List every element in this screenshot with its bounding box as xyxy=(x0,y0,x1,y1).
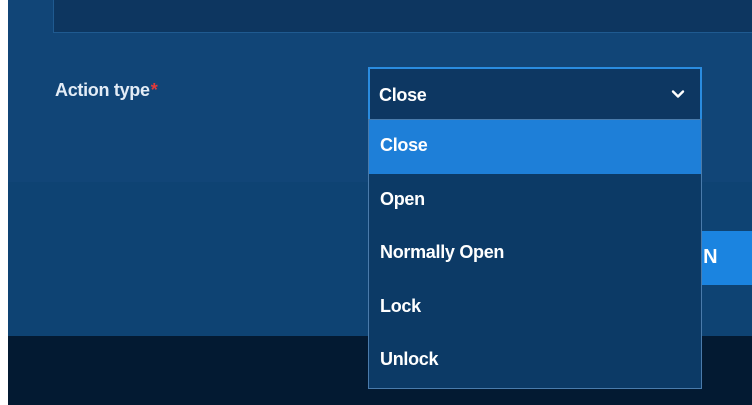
required-asterisk: * xyxy=(150,80,158,100)
option-normally-open[interactable]: Normally Open xyxy=(369,227,701,281)
previous-field-container xyxy=(53,0,752,33)
action-type-label-text: Action type xyxy=(55,80,150,100)
add-new-button-label: nd N xyxy=(702,246,718,268)
option-lock[interactable]: Lock xyxy=(369,281,701,335)
action-type-label: Action type* xyxy=(55,80,158,101)
action-type-dropdown-list: Close Open Normally Open Lock Unlock xyxy=(368,119,702,389)
option-open[interactable]: Open xyxy=(369,174,701,228)
action-type-select[interactable]: Close xyxy=(368,67,702,119)
chevron-down-icon xyxy=(671,90,685,98)
option-unlock[interactable]: Unlock xyxy=(369,334,701,388)
action-type-selected-value: Close xyxy=(379,85,427,105)
add-new-button[interactable]: nd N xyxy=(702,231,752,285)
option-close[interactable]: Close xyxy=(369,120,701,174)
